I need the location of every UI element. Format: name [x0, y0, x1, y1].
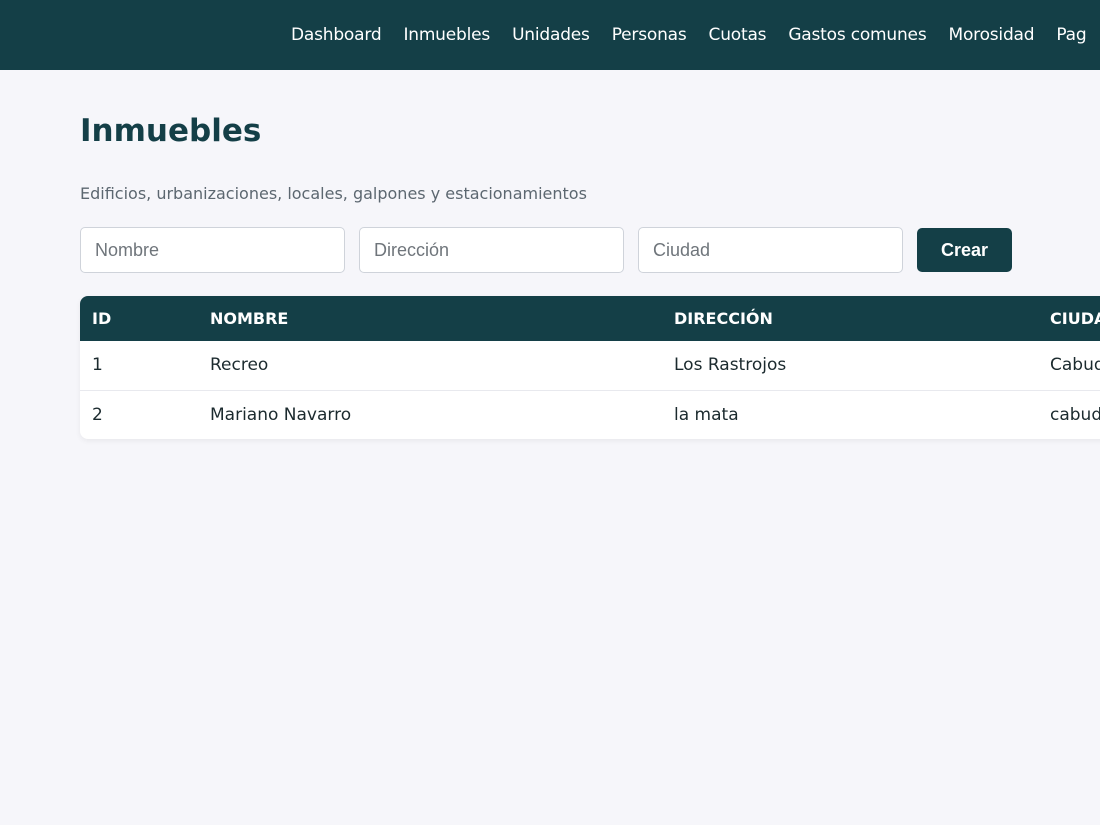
table-body: 1 Recreo Los Rastrojos Cabud 2 Mariano N… [80, 341, 1100, 439]
table-row[interactable]: 1 Recreo Los Rastrojos Cabud [80, 341, 1100, 390]
cell-id: 1 [92, 355, 103, 376]
table-header: ID NOMBRE DIRECCIÓN CIUDA [80, 296, 1100, 341]
column-header-id: ID [92, 309, 112, 328]
table-row[interactable]: 2 Mariano Navarro la mata cabud [80, 390, 1100, 439]
cell-direccion: la mata [674, 404, 739, 425]
cell-nombre: Mariano Navarro [210, 404, 352, 425]
inmuebles-table-container: ID NOMBRE DIRECCIÓN CIUDA 1 Recreo Los R… [80, 296, 1100, 439]
column-header-nombre: NOMBRE [210, 309, 289, 328]
column-header-direccion: DIRECCIÓN [674, 309, 773, 328]
cell-id: 2 [92, 404, 103, 425]
table-viewport: ID NOMBRE DIRECCIÓN CIUDA 1 Recreo Los R… [0, 0, 1100, 825]
cell-ciudad: cabud [1050, 404, 1100, 425]
cell-nombre: Recreo [210, 355, 269, 376]
cell-ciudad: Cabud [1050, 355, 1100, 376]
inmuebles-table: ID NOMBRE DIRECCIÓN CIUDA 1 Recreo Los R… [80, 296, 1100, 439]
table-header-row: ID NOMBRE DIRECCIÓN CIUDA [80, 296, 1100, 341]
column-header-ciudad: CIUDA [1050, 309, 1100, 328]
cell-direccion: Los Rastrojos [674, 355, 787, 376]
